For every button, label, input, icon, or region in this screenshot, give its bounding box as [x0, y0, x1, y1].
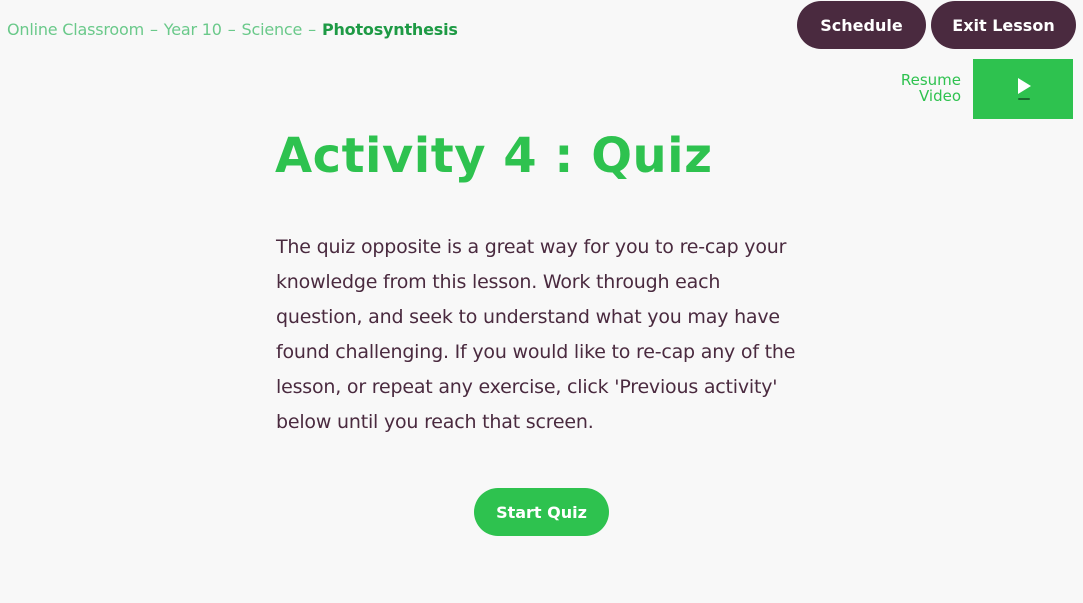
- start-quiz-button[interactable]: Start Quiz: [474, 488, 609, 536]
- breadcrumb: Online Classroom – Year 10 – Science – P…: [7, 20, 458, 39]
- play-underline: [1018, 98, 1030, 100]
- activity-title: Activity 4 : Quiz: [275, 128, 713, 184]
- resume-video-label[interactable]: Resume Video: [901, 72, 961, 104]
- exit-lesson-button[interactable]: Exit Lesson: [931, 1, 1076, 49]
- breadcrumb-current-photosynthesis: Photosynthesis: [321, 20, 458, 39]
- resume-video-button[interactable]: [973, 59, 1073, 119]
- lesson-page: Online Classroom – Year 10 – Science – P…: [0, 0, 1083, 603]
- play-icon: [1018, 78, 1031, 94]
- breadcrumb-separator: –: [227, 20, 236, 39]
- resume-video-label-line2: Video: [918, 87, 961, 105]
- breadcrumb-online-classroom[interactable]: Online Classroom: [7, 20, 144, 39]
- schedule-button[interactable]: Schedule: [797, 1, 926, 49]
- breadcrumb-separator: –: [149, 20, 158, 39]
- breadcrumb-separator: –: [308, 20, 316, 39]
- activity-description: The quiz opposite is a great way for you…: [276, 236, 796, 433]
- breadcrumb-science[interactable]: Science: [242, 20, 303, 39]
- breadcrumb-year-10[interactable]: Year 10: [164, 20, 222, 39]
- resume-video-label-line1: Resume: [900, 71, 961, 89]
